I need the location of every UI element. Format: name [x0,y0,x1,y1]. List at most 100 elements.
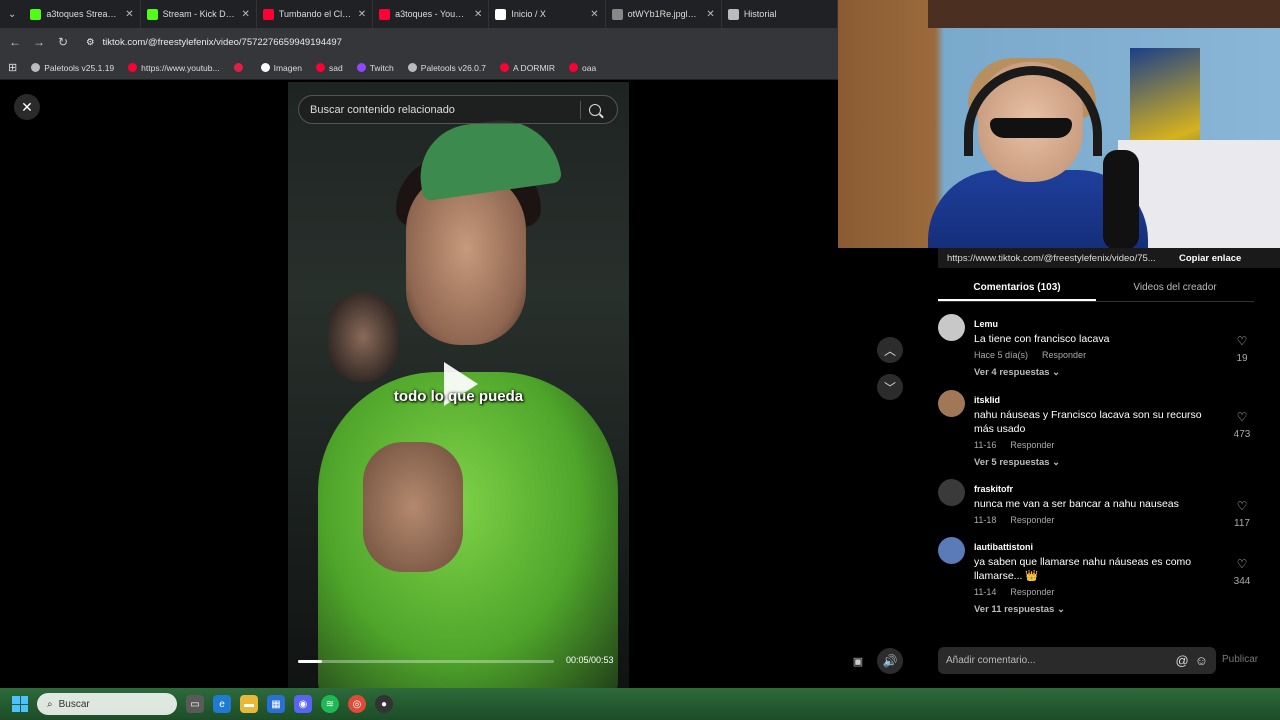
bookmark-label[interactable]: Paletools v25.1.19 [44,63,114,73]
view-replies-button[interactable]: Ver 11 respuestas ⌄ [974,604,1224,615]
browser-tab-label[interactable]: a3toques Stream - W [46,9,120,19]
reply-button[interactable]: Responder [1042,350,1086,360]
search-icon[interactable] [589,103,601,116]
url-text[interactable]: tiktok.com/@freestylefenix/video/7572276… [103,37,342,48]
browser-tab-label[interactable]: otWYb1Re.jpglarge [628,9,702,19]
view-replies-button[interactable]: Ver 5 respuestas ⌄ [974,457,1224,468]
tab-search-button[interactable]: ⌄ [0,0,24,28]
obs-icon[interactable]: ● [375,695,393,713]
task-view-icon[interactable]: ▭ [186,695,204,713]
site-info-icon[interactable]: ⚙ [86,37,95,48]
bookmark-item[interactable]: Imagen [260,63,302,73]
avatar[interactable] [938,314,965,341]
avatar[interactable] [938,479,965,506]
reply-button[interactable]: Responder [1010,440,1054,450]
previous-video-button[interactable]: ︿ [877,337,903,363]
bookmark-item[interactable]: oaa [569,63,596,73]
close-tab-icon[interactable]: ✕ [706,9,714,20]
back-icon[interactable]: ← [8,35,22,49]
browser-tab[interactable]: Inicio / X ✕ [489,0,606,28]
heart-icon[interactable]: ♡ [1228,334,1256,348]
bookmark-label[interactable]: Paletools v26.0.7 [421,63,486,73]
bookmark-label[interactable]: Twitch [370,63,394,73]
related-search-box[interactable] [298,95,618,124]
apps-icon[interactable]: ⊞ [8,61,17,74]
like-button[interactable]: ♡ 344 [1228,557,1256,589]
comment-username[interactable]: Lemu [974,319,1224,329]
reply-button[interactable]: Responder [1010,515,1054,525]
browser-tab-label[interactable]: Tumbando el Club (R [279,9,353,19]
bookmark-item[interactable]: https://www.youtub... [128,63,220,73]
close-tab-icon[interactable]: ✕ [474,9,482,20]
bookmark-label[interactable]: Imagen [274,63,302,73]
view-replies-label[interactable]: Ver 11 respuestas [974,604,1054,615]
like-button[interactable]: ♡ 117 [1228,499,1256,531]
comment-input[interactable] [946,655,1170,666]
bookmark-item[interactable] [233,63,247,72]
close-tab-icon[interactable]: ✕ [358,9,366,20]
browser-tab-label[interactable]: Historial [744,9,831,19]
view-replies-button[interactable]: Ver 4 respuestas ⌄ [974,367,1224,378]
browser-tab-label[interactable]: a3toques - YouTube [395,9,469,19]
publish-button[interactable]: Publicar [1222,654,1258,665]
view-replies-label[interactable]: Ver 4 respuestas [974,367,1050,378]
bookmark-label[interactable]: https://www.youtub... [141,63,219,73]
captions-icon[interactable]: ▣ [853,655,863,668]
avatar[interactable] [938,390,965,417]
video-progress-bar[interactable] [298,660,554,663]
avatar[interactable] [938,537,965,564]
close-tab-icon[interactable]: ✕ [590,9,598,20]
heart-icon[interactable]: ♡ [1228,499,1256,513]
url-field[interactable]: ⚙ tiktok.com/@freestylefenix/video/75722… [86,37,342,48]
bookmark-item[interactable]: A DORMIR [500,63,555,73]
volume-icon[interactable]: 🔊 [883,654,898,668]
emoji-icon[interactable]: ☺ [1195,653,1208,668]
heart-icon[interactable]: ♡ [1228,410,1256,424]
forward-icon[interactable]: → [32,35,46,49]
mention-icon[interactable]: @ [1176,653,1189,668]
browser-tab-label[interactable]: Stream - Kick Dashb [163,9,237,19]
bookmark-item[interactable]: Twitch [356,63,394,73]
chevron-down-icon[interactable]: ﹀ [884,379,896,396]
chrome-icon[interactable]: ◎ [348,695,366,713]
reply-button[interactable]: Responder [1010,587,1054,597]
close-icon[interactable]: ✕ [21,99,33,116]
bookmark-label[interactable]: oaa [582,63,596,73]
heart-icon[interactable]: ♡ [1228,557,1256,571]
bookmark-item[interactable]: Paletools v26.0.7 [407,63,486,73]
bookmark-item[interactable]: Paletools v25.1.19 [31,63,114,73]
edge-icon[interactable]: e [213,695,231,713]
reload-icon[interactable]: ↻ [56,35,70,49]
close-tab-icon[interactable]: ✕ [125,9,133,20]
bookmark-label[interactable]: A DORMIR [513,63,555,73]
browser-tab[interactable]: Historial [722,0,839,28]
taskbar-search[interactable]: ⌕ Buscar [37,693,177,715]
tab-creator-videos[interactable]: Videos del creador [1096,276,1254,301]
discord-icon[interactable]: ◉ [294,695,312,713]
bookmark-label[interactable]: sad [329,63,343,73]
browser-tab[interactable]: Stream - Kick Dashb ✕ [141,0,257,28]
view-replies-label[interactable]: Ver 5 respuestas [974,457,1050,468]
like-button[interactable]: ♡ 19 [1228,334,1256,366]
chevron-up-icon[interactable]: ︿ [884,342,896,359]
browser-tab[interactable]: Tumbando el Club (R ✕ [257,0,374,28]
copy-link-button[interactable]: Copiar enlace [1170,253,1241,264]
browser-tab[interactable]: a3toques Stream - W ✕ [24,0,141,28]
next-video-button[interactable]: ﹀ [877,374,903,400]
comment-username[interactable]: itsklid [974,395,1224,405]
store-icon[interactable]: ▦ [267,695,285,713]
bookmark-item[interactable]: sad [315,63,343,73]
related-search-input[interactable] [310,103,580,116]
comment-username[interactable]: lautibattistoni [974,542,1224,552]
spotify-icon[interactable]: ≋ [321,695,339,713]
browser-tab[interactable]: otWYb1Re.jpglarge ✕ [606,0,722,28]
file-explorer-icon[interactable]: ▬ [240,695,258,713]
volume-button[interactable]: 🔊 [877,648,903,674]
windows-start-icon[interactable] [12,696,28,712]
tab-comments[interactable]: Comentarios (103) [938,276,1096,301]
browser-tab-label[interactable]: Inicio / X [511,9,585,19]
comment-username[interactable]: fraskitofr [974,484,1224,494]
browser-tab[interactable]: a3toques - YouTube ✕ [373,0,490,28]
video-player[interactable]: todo lo que pueda [288,82,629,688]
like-button[interactable]: ♡ 473 [1228,410,1256,442]
